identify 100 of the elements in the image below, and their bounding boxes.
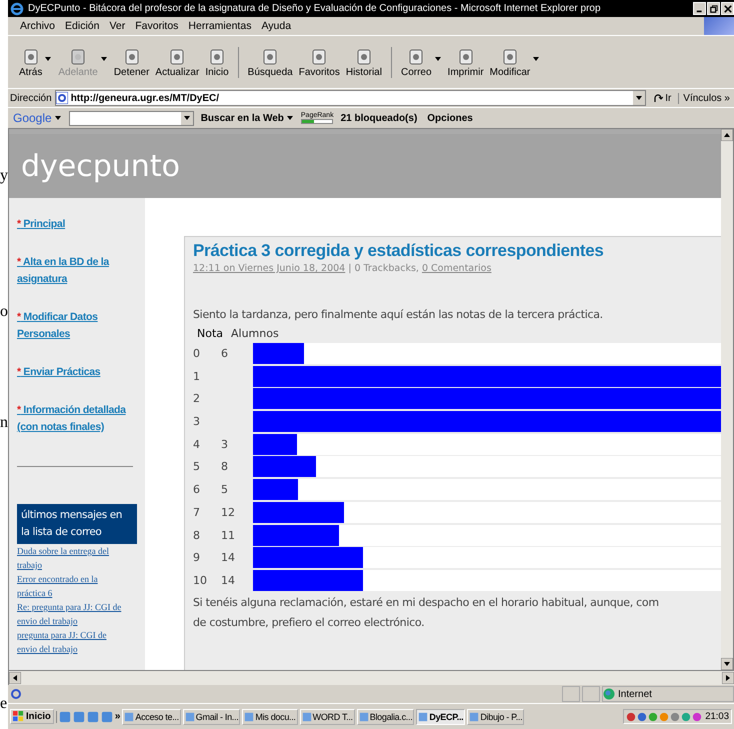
scroll-up-button[interactable] xyxy=(721,129,733,141)
background-text: y xyxy=(0,168,8,184)
table-cell: 6 xyxy=(221,347,228,360)
taskbar-button[interactable]: Mis docu... xyxy=(242,708,298,724)
taskbar-button[interactable]: Blogalia.c... xyxy=(356,708,414,724)
address-label: Dirección xyxy=(10,92,52,104)
start-button[interactable]: Inicio xyxy=(10,709,54,724)
menu-item[interactable]: Ayuda xyxy=(261,20,292,32)
taskbar-button[interactable]: Gmail - In... xyxy=(182,708,240,724)
window-icon xyxy=(418,712,428,722)
flag-icon xyxy=(13,711,24,722)
table-cell: 12 xyxy=(221,506,235,519)
taskbar-button[interactable]: WORD T... xyxy=(300,708,355,724)
menu-item[interactable]: Ver xyxy=(109,20,126,32)
nav-link[interactable]: * Principal xyxy=(17,216,137,233)
table-cell-text: 1 xyxy=(193,370,201,383)
address-field[interactable]: http://geneura.ugr.es/MT/DyEC/ xyxy=(54,90,646,106)
app-icon[interactable] xyxy=(72,710,85,722)
post-text: Siento la tardanza, pero finalmente aquí están las notas de la tercera práctica. xyxy=(193,308,604,321)
dropdown-button[interactable] xyxy=(633,91,646,105)
taskbar-button[interactable]: DyECP... xyxy=(416,708,466,724)
toolbar-button[interactable]: Detener xyxy=(110,46,152,78)
window-icon xyxy=(302,712,312,722)
minimize-button[interactable] xyxy=(693,2,706,15)
toolbar-button[interactable]: Atrás xyxy=(16,46,56,78)
message-link[interactable]: Error encontrado en la práctica 6 xyxy=(17,572,125,600)
tray-icon[interactable] xyxy=(648,712,658,722)
table-cell: 5 xyxy=(221,483,228,496)
go-button[interactable]: Ir xyxy=(649,92,676,104)
nav-link[interactable]: * Alta en la BD de la asignatura xyxy=(17,254,137,288)
app-icon[interactable] xyxy=(100,710,113,722)
post-meta: | 0 Trackbacks, xyxy=(347,263,420,274)
globe-icon xyxy=(603,688,615,700)
tray-icon[interactable] xyxy=(681,712,692,722)
table-cell-text: 9 xyxy=(193,551,201,564)
toolbar-button[interactable]: Correo xyxy=(398,46,445,78)
window-icon xyxy=(184,712,195,722)
message-link[interactable]: Duda sobre la entrega del trabajo xyxy=(17,544,125,572)
scroll-down-button[interactable] xyxy=(721,658,733,670)
toolbar-button[interactable]: Favoritos xyxy=(296,46,343,78)
app-icon[interactable] xyxy=(58,710,71,722)
menu-item[interactable]: Favoritos xyxy=(135,20,178,32)
status-panel xyxy=(562,686,580,702)
window-icon xyxy=(358,712,369,722)
search-field[interactable] xyxy=(68,110,194,126)
table-cell-text: 5 xyxy=(193,460,201,474)
post-text: Si tenéis alguna reclamación, estaré en mi despacho en el horario habitual, aunque, com xyxy=(193,594,660,611)
security-zone: Internet xyxy=(602,686,734,702)
toolbar-button[interactable]: Inicio xyxy=(202,46,232,78)
taskbar-button[interactable]: Dibujo - P... xyxy=(467,708,524,724)
taskbar-button[interactable]: Acceso te... xyxy=(122,708,181,724)
browser-icon xyxy=(10,2,24,16)
close-icon xyxy=(724,4,732,12)
search-web-button[interactable]: Buscar en la Web xyxy=(198,112,297,124)
tray-icon[interactable] xyxy=(626,712,636,722)
popup-blocker-button[interactable]: 21 bloqueado(s) xyxy=(338,112,420,124)
toolbar-button[interactable]: Historial xyxy=(342,46,385,78)
caret-icon xyxy=(54,116,61,120)
menu-item[interactable]: Edición xyxy=(65,20,100,32)
links-button[interactable]: Vínculos » xyxy=(678,92,734,104)
background-text: e xyxy=(0,696,8,712)
app-icon[interactable] xyxy=(86,710,99,722)
more-button[interactable]: » xyxy=(114,711,120,722)
arrow-icon xyxy=(653,93,664,103)
toolbar-button[interactable]: Imprimir xyxy=(444,46,487,78)
tray-icon[interactable] xyxy=(670,712,680,722)
table-cell-text: 6 xyxy=(193,483,201,496)
close-button[interactable] xyxy=(721,2,734,15)
nav-link[interactable]: * Enviar Prácticas xyxy=(17,364,137,381)
restore-icon xyxy=(710,4,718,12)
caret-icon xyxy=(286,116,293,120)
menu-item[interactable]: Archivo xyxy=(20,20,56,32)
scroll-right-button[interactable] xyxy=(722,672,734,684)
table-cell: 14 xyxy=(221,574,235,587)
scroll-left-button[interactable] xyxy=(9,672,21,684)
nav-link[interactable]: * Modificar Datos Personales xyxy=(17,309,137,343)
caret-icon xyxy=(636,96,642,100)
restore-button[interactable] xyxy=(707,2,720,15)
window-icon xyxy=(469,712,480,722)
table-cell: 8 xyxy=(221,460,228,474)
toolbar-button[interactable]: Actualizar xyxy=(152,46,202,78)
tray-icon[interactable] xyxy=(637,712,648,722)
tray-icon[interactable] xyxy=(692,712,702,722)
table-cell-text: 8 xyxy=(193,528,201,542)
background-text: n xyxy=(0,415,8,431)
options-button[interactable]: Opciones xyxy=(424,112,476,124)
horizontal-scrollbar[interactable] xyxy=(8,671,734,685)
toolbar-button[interactable]: Modificar xyxy=(486,46,544,78)
menu-item[interactable]: Herramientas xyxy=(188,20,252,32)
toolbar-button[interactable]: Búsqueda xyxy=(244,46,296,78)
column-header: Alumnos xyxy=(231,327,279,342)
table-cell-text: 2 xyxy=(193,392,201,406)
caret-icon xyxy=(184,116,190,120)
google-menu-button[interactable]: Google xyxy=(10,111,65,125)
browser-logo xyxy=(704,17,734,35)
window-title: DyECPunto - Bitácora del profesor de la asignatura de Diseño y Evaluación de Configuraciones - Microsoft Internet Explorer prop xyxy=(28,3,602,14)
message-link[interactable]: pregunta para JJ: CGI de envio del trabajo xyxy=(17,628,125,656)
table-cell-text: 3 xyxy=(193,415,201,428)
nav-link[interactable]: * Información detallada (con notas finales) xyxy=(17,402,137,436)
vertical-scrollbar[interactable] xyxy=(721,129,733,670)
